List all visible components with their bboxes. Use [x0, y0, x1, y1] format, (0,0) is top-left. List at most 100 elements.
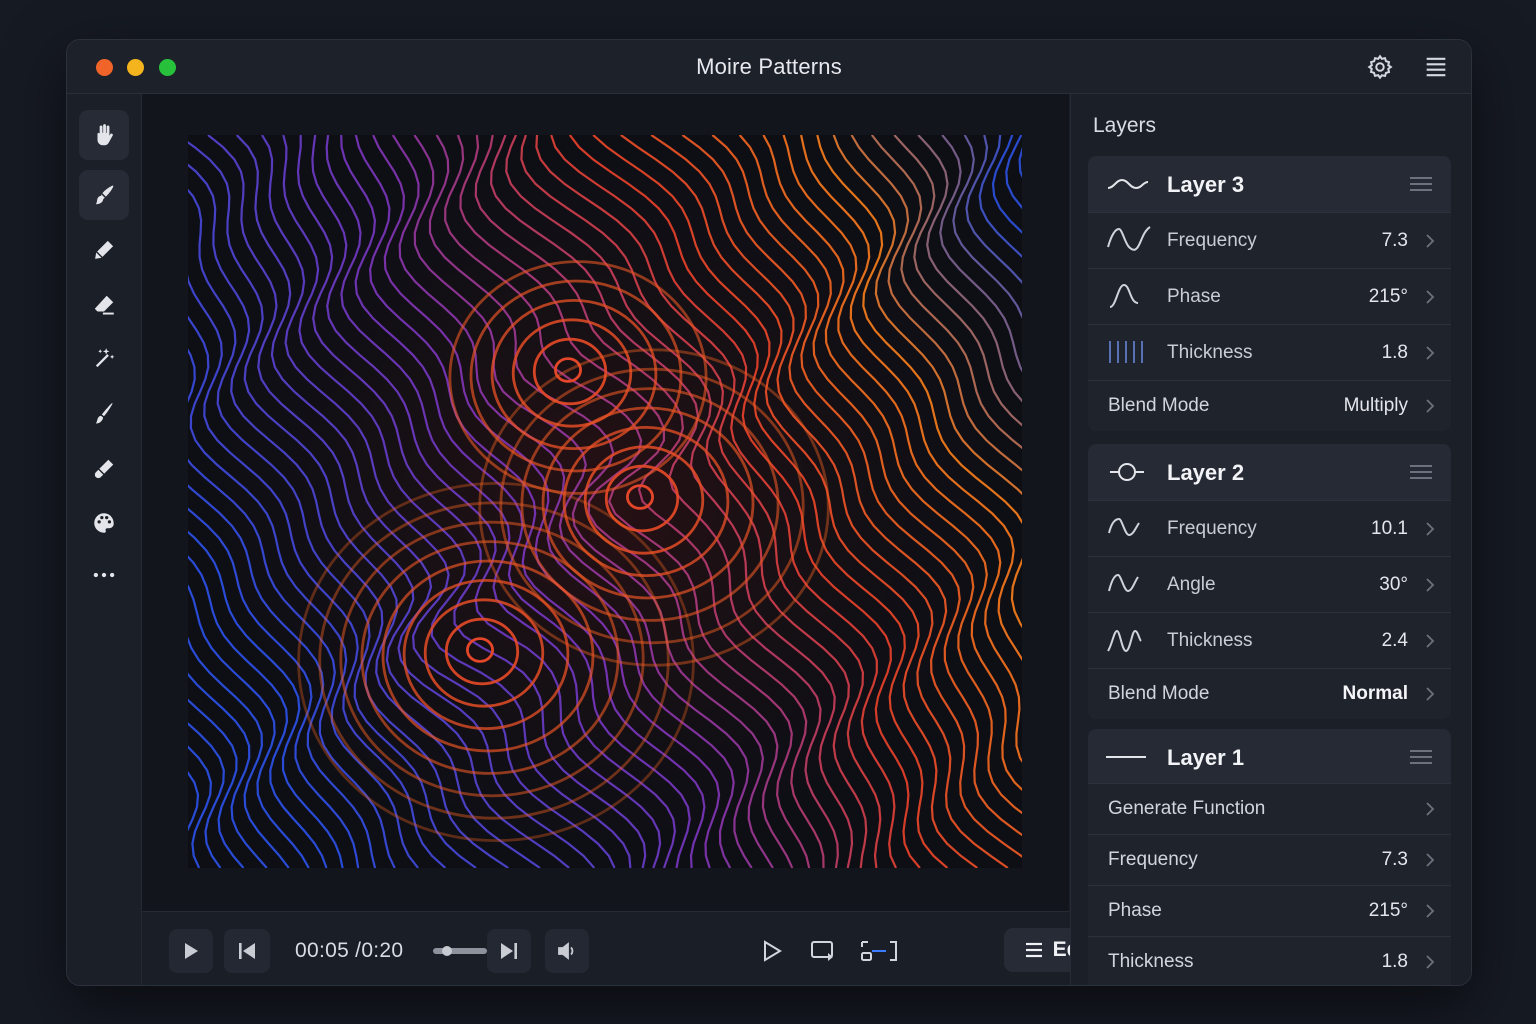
param-row-frequency[interactable]: Frequency 7.3: [1088, 212, 1451, 268]
param-row-thickness[interactable]: Thickness 1.8: [1088, 324, 1451, 380]
param-row-frequency[interactable]: Frequency 7.3: [1088, 834, 1451, 885]
param-value: 215°: [1368, 900, 1408, 921]
param-value: 30°: [1379, 574, 1408, 595]
hand-icon[interactable]: [79, 110, 129, 160]
pencil-icon[interactable]: [79, 225, 129, 275]
param-row-generate-function[interactable]: Generate Function: [1088, 783, 1451, 834]
canvas-area: [142, 94, 1069, 911]
param-row-angle[interactable]: Angle 30°: [1088, 556, 1451, 612]
param-label: Blend Mode: [1108, 395, 1210, 416]
steep-wave-icon: [1107, 629, 1142, 653]
param-label: Phase: [1167, 286, 1221, 307]
marker-icon[interactable]: [79, 444, 129, 494]
chevron-right-icon: [1426, 234, 1435, 248]
chevron-right-icon: [1426, 802, 1435, 816]
chevron-right-icon: [1426, 904, 1435, 918]
param-value: 10.1: [1371, 518, 1408, 539]
param-label: Thickness: [1108, 951, 1194, 972]
layer-name: Layer 2: [1167, 460, 1245, 485]
playback-bar: 00:05 /0:20 Edit: [142, 911, 1113, 985]
eraser-icon[interactable]: [79, 280, 129, 330]
drag-handle-icon[interactable]: [1409, 464, 1433, 480]
layer-name: Layer 1: [1167, 745, 1245, 770]
param-row-phase[interactable]: Phase 215°: [1088, 885, 1451, 936]
lines-icon: [1109, 341, 1143, 363]
param-label: Blend Mode: [1108, 683, 1210, 704]
param-row-blend-mode[interactable]: Blend Mode Normal: [1088, 668, 1451, 719]
param-label: Thickness: [1167, 630, 1253, 651]
brush-icon[interactable]: [79, 170, 129, 220]
titlebar: Moire Patterns: [67, 40, 1471, 94]
more-icon[interactable]: [79, 550, 129, 600]
param-label: Frequency: [1108, 849, 1198, 870]
scrubber-knob[interactable]: [441, 946, 452, 956]
param-value: 215°: [1368, 286, 1408, 307]
line-icon: [1106, 756, 1146, 758]
panel-title: Layers: [1093, 114, 1157, 137]
param-value: 2.4: [1381, 630, 1408, 651]
layer-header[interactable]: Layer 2: [1088, 444, 1451, 500]
param-value: Multiply: [1343, 395, 1408, 416]
param-value: 1.8: [1381, 342, 1408, 363]
skip-back-button[interactable]: [224, 929, 270, 973]
chevron-right-icon: [1426, 634, 1435, 648]
play-button[interactable]: [169, 929, 213, 973]
layer-card-1: Layer 1 Generate Function Frequency 7.3 …: [1088, 729, 1451, 985]
paintbrush-icon[interactable]: [79, 388, 129, 438]
layer-card-3: Layer 3 Frequency 7.3 Phase 215° Thickne…: [1088, 156, 1451, 431]
wave-icon: [1107, 178, 1149, 190]
chevron-right-icon: [1426, 578, 1435, 592]
param-row-frequency[interactable]: Frequency 10.1: [1088, 500, 1451, 556]
chevron-right-icon: [1426, 522, 1435, 536]
magic-wand-icon[interactable]: [79, 334, 129, 384]
tool-sidebar: [67, 94, 142, 985]
volume-icon[interactable]: [545, 929, 589, 973]
param-value: Normal: [1342, 683, 1408, 704]
param-row-phase[interactable]: Phase 215°: [1088, 268, 1451, 324]
param-label: Angle: [1167, 574, 1216, 595]
drag-handle-icon[interactable]: [1409, 176, 1433, 192]
app-window: Moire Patterns 00:05 /0:20 Layers Layer …: [66, 39, 1472, 986]
chevron-right-icon: [1426, 955, 1435, 969]
menu-icon[interactable]: [1422, 53, 1450, 81]
phase-curve-icon: [1109, 283, 1139, 308]
gear-icon[interactable]: [1366, 53, 1394, 81]
skip-forward-button[interactable]: [487, 929, 531, 973]
param-label: Thickness: [1167, 342, 1253, 363]
moire-pattern: [188, 135, 1022, 868]
sine-wave-icon: [1108, 517, 1140, 537]
sine-wave-icon: [1108, 573, 1139, 593]
play-outline-icon[interactable]: [754, 933, 790, 969]
param-value: 7.3: [1381, 849, 1408, 870]
chevron-right-icon: [1426, 687, 1435, 701]
param-row-thickness[interactable]: Thickness 2.4: [1088, 612, 1451, 668]
time-readout: 00:05 /0:20: [295, 939, 404, 962]
list-icon: [1025, 942, 1042, 958]
drag-handle-icon[interactable]: [1409, 749, 1433, 765]
moire-canvas[interactable]: [188, 135, 1022, 868]
loop-screen-icon[interactable]: [806, 933, 842, 969]
param-value: 1.8: [1381, 951, 1408, 972]
scrubber-slider[interactable]: [433, 946, 487, 956]
param-row-blend-mode[interactable]: Blend Mode Multiply: [1088, 380, 1451, 431]
param-label: Frequency: [1167, 518, 1257, 539]
layer-header[interactable]: Layer 1: [1088, 729, 1451, 783]
chevron-right-icon: [1426, 346, 1435, 360]
param-row-thickness[interactable]: Thickness 1.8: [1088, 936, 1451, 985]
palette-icon[interactable]: [79, 498, 129, 548]
layer-card-2: Layer 2 Frequency 10.1 Angle 30° Thickne…: [1088, 444, 1451, 719]
param-value: 7.3: [1381, 230, 1408, 251]
layer-name: Layer 3: [1167, 172, 1245, 197]
chevron-right-icon: [1426, 290, 1435, 304]
param-label: Generate Function: [1108, 798, 1266, 819]
param-label: Phase: [1108, 900, 1162, 921]
chevron-right-icon: [1426, 853, 1435, 867]
layers-panel: Layers Layer 3 Frequency 7.3 Phase 215°: [1070, 94, 1471, 985]
crop-frame-icon[interactable]: [857, 933, 901, 969]
window-title: Moire Patterns: [696, 54, 842, 79]
layer-header[interactable]: Layer 3: [1088, 156, 1451, 212]
chevron-right-icon: [1426, 399, 1435, 413]
circle-line-icon: [1110, 463, 1144, 481]
sine-wave-icon: [1107, 226, 1151, 251]
param-label: Frequency: [1167, 230, 1257, 251]
